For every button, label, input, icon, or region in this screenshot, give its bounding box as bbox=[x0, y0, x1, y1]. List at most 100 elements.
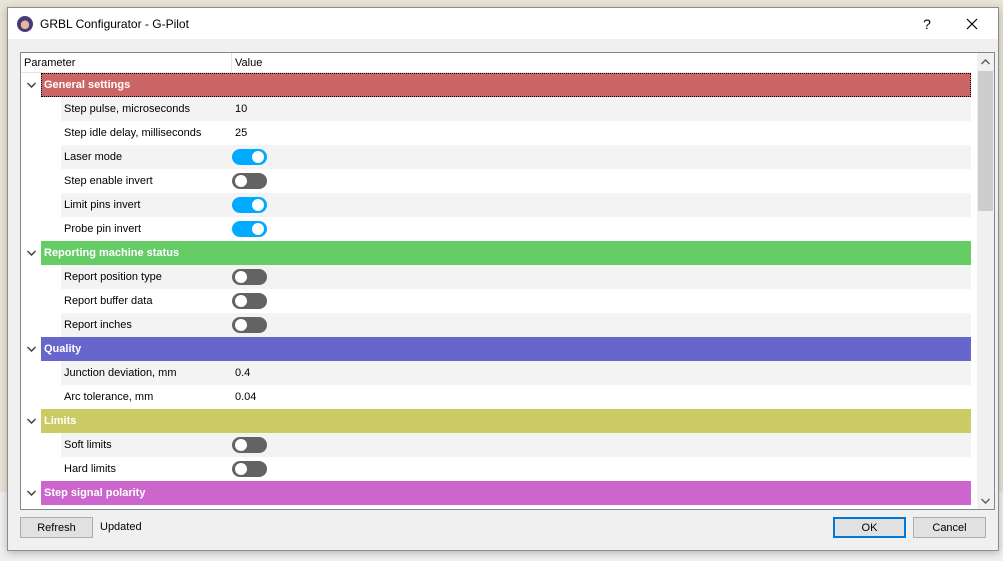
row-background bbox=[61, 265, 971, 289]
row-background bbox=[61, 457, 971, 481]
window-title: GRBL Configurator - G-Pilot bbox=[40, 16, 189, 31]
parameter-row[interactable]: Junction deviation, mm 0.4 bbox=[21, 361, 971, 385]
chevron-down-icon bbox=[26, 418, 36, 424]
parameter-label: Soft limits bbox=[64, 439, 112, 451]
row-background bbox=[61, 289, 971, 313]
category-label: Step signal polarity bbox=[41, 481, 971, 505]
title-bar: GRBL Configurator - G-Pilot ? bbox=[8, 8, 998, 39]
row-background bbox=[61, 385, 971, 409]
parameter-label: Report inches bbox=[64, 319, 132, 331]
toggle-switch[interactable] bbox=[232, 149, 267, 165]
parameter-row[interactable]: Limit pins invert bbox=[21, 193, 971, 217]
tree-header: Parameter Value bbox=[21, 53, 971, 73]
toggle-knob bbox=[235, 175, 247, 187]
close-button[interactable] bbox=[952, 8, 992, 39]
row-background bbox=[61, 97, 971, 121]
row-background bbox=[61, 193, 971, 217]
toggle-switch[interactable] bbox=[232, 437, 267, 453]
help-button[interactable]: ? bbox=[912, 8, 942, 39]
parameter-label: Limit pins invert bbox=[64, 199, 141, 211]
vertical-scrollbar[interactable] bbox=[977, 53, 994, 509]
toggle-switch[interactable] bbox=[232, 173, 267, 189]
column-header-value[interactable]: Value bbox=[232, 53, 971, 73]
partial-toggle-switch[interactable] bbox=[232, 509, 267, 510]
parameter-row[interactable]: Step pulse, microseconds 10 bbox=[21, 97, 971, 121]
toggle-switch[interactable] bbox=[232, 317, 267, 333]
parameter-label: Laser mode bbox=[64, 151, 123, 163]
parameter-label: Hard limits bbox=[64, 463, 116, 475]
parameter-label: Step idle delay, milliseconds bbox=[64, 127, 202, 139]
cancel-button[interactable]: Cancel bbox=[913, 517, 986, 538]
expand-toggle[interactable] bbox=[21, 73, 41, 97]
settings-tree[interactable]: Parameter Value General settings Step pul… bbox=[20, 52, 995, 510]
toggle-switch[interactable] bbox=[232, 293, 267, 309]
expand-toggle[interactable] bbox=[21, 409, 41, 433]
toggle-knob bbox=[235, 439, 247, 451]
parameter-row[interactable]: Step idle delay, milliseconds 25 bbox=[21, 121, 971, 145]
row-background bbox=[61, 169, 971, 193]
chevron-down-icon bbox=[981, 497, 990, 504]
toggle-switch[interactable] bbox=[232, 269, 267, 285]
status-text: Updated bbox=[100, 521, 142, 533]
chevron-down-icon bbox=[26, 490, 36, 496]
parameter-label: Junction deviation, mm bbox=[64, 367, 177, 379]
parameter-value[interactable]: 0.04 bbox=[235, 385, 256, 409]
scroll-down-button[interactable] bbox=[977, 492, 994, 509]
category-row[interactable]: Step signal polarity bbox=[21, 481, 971, 505]
parameter-row[interactable]: Report buffer data bbox=[21, 289, 971, 313]
parameter-row[interactable]: Report position type bbox=[21, 265, 971, 289]
parameter-label: Step enable invert bbox=[64, 175, 153, 187]
parameter-value[interactable]: 0.4 bbox=[235, 361, 250, 385]
row-background bbox=[61, 433, 971, 457]
app-avatar-icon bbox=[17, 15, 33, 32]
parameter-row[interactable]: Report inches bbox=[21, 313, 971, 337]
dialog-window: GRBL Configurator - G-Pilot ? Parameter … bbox=[7, 7, 999, 551]
parameter-label: Arc tolerance, mm bbox=[64, 391, 154, 403]
row-background bbox=[61, 217, 971, 241]
chevron-down-icon bbox=[26, 82, 36, 88]
ok-button[interactable]: OK bbox=[833, 517, 906, 538]
toggle-knob bbox=[252, 223, 264, 235]
parameter-label: Report buffer data bbox=[64, 295, 153, 307]
toggle-knob bbox=[252, 151, 264, 163]
category-label: Quality bbox=[41, 337, 971, 361]
chevron-down-icon bbox=[26, 346, 36, 352]
row-background bbox=[61, 145, 971, 169]
tree-rows: General settings Step pulse, microseconds… bbox=[21, 73, 971, 505]
scroll-up-button[interactable] bbox=[977, 53, 994, 70]
scrollbar-thumb[interactable] bbox=[978, 71, 993, 211]
parameter-label: Probe pin invert bbox=[64, 223, 142, 235]
category-row[interactable]: General settings bbox=[21, 73, 971, 97]
category-label: Reporting machine status bbox=[41, 241, 971, 265]
category-row[interactable]: Quality bbox=[21, 337, 971, 361]
category-label: Limits bbox=[41, 409, 971, 433]
chevron-up-icon bbox=[981, 58, 990, 65]
row-background bbox=[61, 313, 971, 337]
column-header-parameter[interactable]: Parameter bbox=[21, 53, 232, 73]
expand-toggle[interactable] bbox=[21, 337, 41, 361]
category-row[interactable]: Reporting machine status bbox=[21, 241, 971, 265]
chevron-down-icon bbox=[26, 250, 36, 256]
toggle-knob bbox=[235, 463, 247, 475]
parameter-row[interactable]: Arc tolerance, mm 0.04 bbox=[21, 385, 971, 409]
category-row[interactable]: Limits bbox=[21, 409, 971, 433]
toggle-switch[interactable] bbox=[232, 461, 267, 477]
parameter-value[interactable]: 25 bbox=[235, 121, 247, 145]
toggle-knob bbox=[235, 319, 247, 331]
category-label: General settings bbox=[41, 73, 971, 97]
parameter-row[interactable]: Probe pin invert bbox=[21, 217, 971, 241]
toggle-switch[interactable] bbox=[232, 221, 267, 237]
expand-toggle[interactable] bbox=[21, 481, 41, 505]
parameter-row[interactable]: Soft limits bbox=[21, 433, 971, 457]
toggle-knob bbox=[235, 271, 247, 283]
refresh-button[interactable]: Refresh bbox=[20, 517, 93, 538]
parameter-row[interactable]: Hard limits bbox=[21, 457, 971, 481]
parameter-label: Step pulse, microseconds bbox=[64, 103, 190, 115]
toggle-switch[interactable] bbox=[232, 197, 267, 213]
parameter-value[interactable]: 10 bbox=[235, 97, 247, 121]
row-background bbox=[61, 361, 971, 385]
parameter-row[interactable]: Step enable invert bbox=[21, 169, 971, 193]
expand-toggle[interactable] bbox=[21, 241, 41, 265]
parameter-row[interactable]: Laser mode bbox=[21, 145, 971, 169]
toggle-knob bbox=[235, 295, 247, 307]
